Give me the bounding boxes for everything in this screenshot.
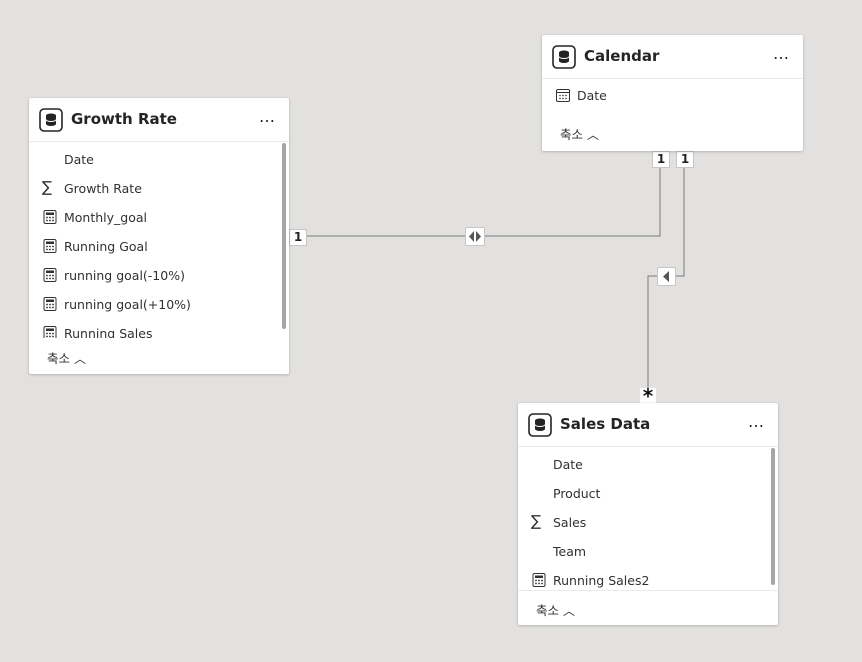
database-icon (39, 108, 63, 132)
model-canvas[interactable]: 1 1 1 * Growth Rate … Date ∑ Growth Rate… (0, 0, 862, 662)
sigma-icon: ∑ (42, 178, 53, 196)
table-header[interactable]: Calendar … (542, 35, 803, 79)
cardinality-sales-side: * (640, 386, 656, 406)
field-label: Date (577, 88, 607, 103)
field-label: Monthly_goal (64, 210, 148, 225)
scrollbar[interactable] (771, 448, 775, 585)
chevron-up-icon: ︿ (587, 128, 600, 142)
field-label: Product (553, 486, 601, 501)
field-label: Date (553, 457, 583, 472)
collapse-button[interactable]: 축소 ︿ (536, 600, 575, 619)
more-options-button[interactable]: … (744, 411, 768, 435)
calculator-icon (43, 268, 57, 282)
field-label: Running Sales (64, 326, 153, 338)
scrollbar[interactable] (282, 143, 286, 329)
field-list: Date (542, 80, 795, 112)
field-label: Team (553, 544, 587, 559)
field-running-goal[interactable]: Running Goal (29, 232, 281, 261)
field-growth-rate[interactable]: ∑ Growth Rate (29, 174, 281, 203)
relationship-line-growth-calendar[interactable] (289, 158, 661, 237)
field-label: Running Goal (64, 239, 148, 254)
database-icon (528, 413, 552, 437)
field-label: Sales (553, 515, 587, 530)
field-label: Date (64, 152, 94, 167)
cardinality-calendar-side-b: 1 (676, 151, 694, 168)
field-team[interactable]: Team (518, 537, 770, 566)
table-title: Sales Data (560, 415, 651, 433)
calculator-icon (532, 573, 546, 587)
chevron-up-icon: ︿ (563, 604, 576, 618)
field-list: Date ∑ Growth Rate Monthly_goal Running … (29, 143, 281, 338)
field-label: running goal(+10%) (64, 297, 191, 312)
table-card-sales-data[interactable]: Sales Data … Date Product ∑ Sales Team R… (518, 403, 778, 625)
calculator-icon (43, 297, 57, 311)
collapse-button[interactable]: 축소 ︿ (560, 124, 599, 143)
field-date[interactable]: Date (542, 81, 795, 110)
cardinality-calendar-side-a: 1 (652, 151, 670, 168)
field-running-sales2[interactable]: Running Sales2 (518, 566, 770, 590)
field-label: running goal(-10%) (64, 268, 185, 283)
collapse-label: 축소 (536, 603, 560, 618)
database-icon (552, 45, 576, 69)
collapse-button[interactable]: 축소 ︿ (47, 348, 86, 367)
divider (518, 590, 778, 591)
bidirectional-filter-icon[interactable] (465, 227, 485, 246)
field-running-sales[interactable]: Running Sales (29, 319, 281, 338)
field-label: Growth Rate (64, 181, 142, 196)
field-monthly-goal[interactable]: Monthly_goal (29, 203, 281, 232)
more-options-button[interactable]: … (769, 43, 793, 67)
calendar-icon (556, 88, 570, 102)
collapse-label: 축소 (560, 127, 584, 142)
table-card-growth-rate[interactable]: Growth Rate … Date ∑ Growth Rate Monthly… (29, 98, 289, 374)
calculator-icon (43, 239, 57, 253)
field-label: Running Sales2 (553, 573, 650, 588)
field-running-goal-plus[interactable]: running goal(+10%) (29, 290, 281, 319)
cardinality-growth-side: 1 (289, 229, 307, 246)
single-filter-arrow-icon[interactable] (657, 267, 676, 286)
field-date[interactable]: Date (29, 145, 281, 174)
sigma-icon: ∑ (531, 512, 542, 530)
field-running-goal-minus[interactable]: running goal(-10%) (29, 261, 281, 290)
field-date[interactable]: Date (518, 450, 770, 479)
field-product[interactable]: Product (518, 479, 770, 508)
table-header[interactable]: Sales Data … (518, 403, 778, 447)
table-title: Calendar (584, 47, 660, 65)
chevron-up-icon: ︿ (74, 352, 87, 366)
calculator-icon (43, 326, 57, 338)
table-card-calendar[interactable]: Calendar … Date 축소 ︿ (542, 35, 803, 151)
collapse-label: 축소 (47, 351, 71, 366)
field-list: Date Product ∑ Sales Team Running Sales2 (518, 448, 770, 590)
more-options-button[interactable]: … (255, 106, 279, 130)
table-header[interactable]: Growth Rate … (29, 98, 289, 142)
table-title: Growth Rate (71, 110, 177, 128)
calculator-icon (43, 210, 57, 224)
field-sales[interactable]: ∑ Sales (518, 508, 770, 537)
